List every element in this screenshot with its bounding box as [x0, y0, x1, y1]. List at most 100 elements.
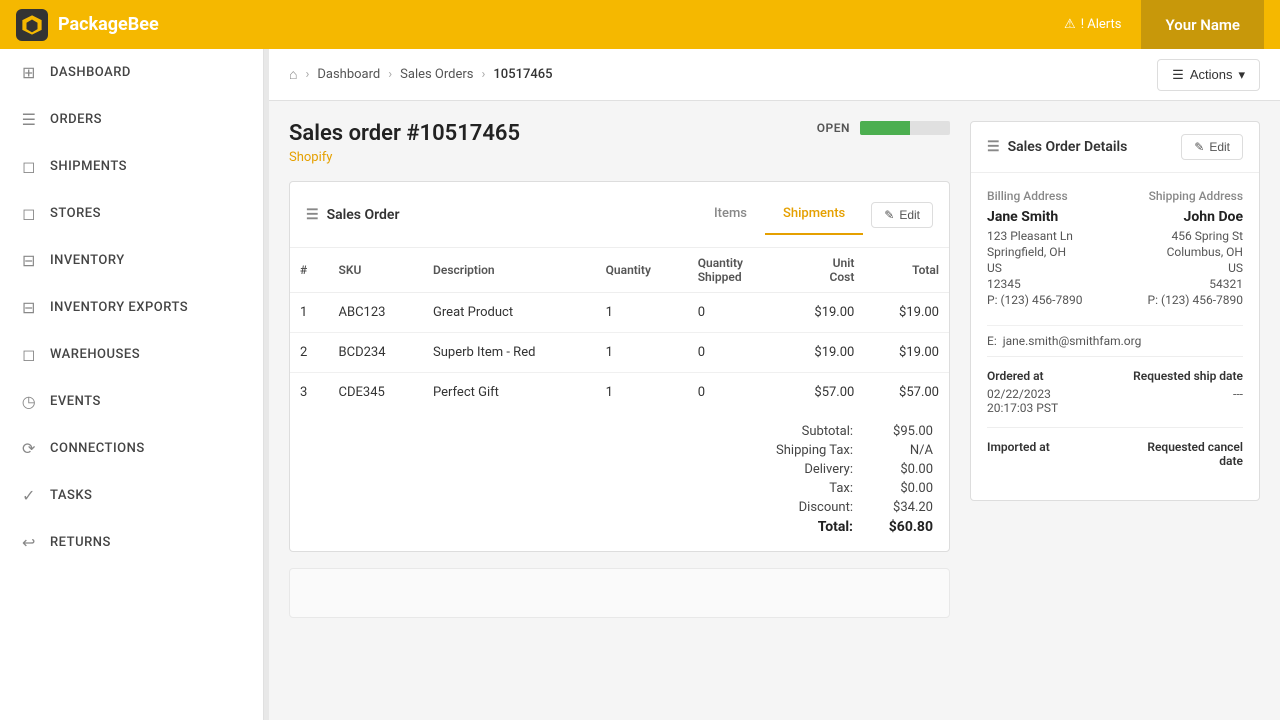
billing-name: Jane Smith	[987, 209, 1105, 225]
app-header: PackageBee ⚠ ! Alerts Your Name	[0, 0, 1280, 49]
returns-icon: ↩	[20, 533, 38, 552]
shipments-icon: ◻	[20, 157, 38, 176]
cell-unit-cost: $19.00	[780, 293, 865, 333]
username-display[interactable]: Your Name	[1141, 0, 1264, 49]
actions-list-icon: ☰	[1172, 67, 1184, 83]
sidebar-item-inventory[interactable]: ⊟ INVENTORY	[0, 237, 263, 284]
col-description: Description	[423, 248, 596, 293]
sidebar-item-events[interactable]: ◷ EVENTS	[0, 378, 263, 425]
details-grid: Billing Address Jane Smith 123 Pleasant …	[971, 173, 1259, 500]
breadcrumb-sep-3: ›	[482, 67, 486, 82]
shipping-address1: 456 Spring St	[1125, 229, 1243, 243]
total-label: Total:	[733, 519, 853, 535]
cell-qty-shipped: 0	[688, 293, 780, 333]
billing-label: Billing Address	[987, 189, 1105, 203]
shipping-tax-value: N/A	[873, 443, 933, 458]
requested-ship-label: Requested ship date	[1125, 369, 1243, 383]
sidebar-item-warehouses[interactable]: ◻ WAREHOUSES	[0, 331, 263, 378]
sales-order-panel-title: ☰ Sales Order	[306, 207, 400, 223]
warehouses-icon: ◻	[20, 345, 38, 364]
billing-address1: 123 Pleasant Ln	[987, 229, 1105, 243]
summary-total: Total: $60.80	[306, 519, 933, 535]
cell-total: $19.00	[864, 293, 949, 333]
col-qty-shipped: QuantityShipped	[688, 248, 780, 293]
orders-icon: ☰	[20, 110, 38, 129]
ordered-at-value: 02/22/2023	[987, 387, 1105, 401]
col-quantity: Quantity	[596, 248, 688, 293]
billing-country: US	[987, 261, 1105, 275]
status-bar	[860, 121, 950, 135]
details-edit-icon: ✎	[1194, 140, 1204, 154]
sidebar-item-shipments[interactable]: ◻ SHIPMENTS	[0, 143, 263, 190]
col-right: ☰ Sales Order Details ✎ Edit Billing Add…	[970, 121, 1260, 634]
second-panel	[289, 568, 950, 618]
cell-description: Great Product	[423, 293, 596, 333]
billing-address2: Springfield, OH	[987, 245, 1105, 259]
alerts-button[interactable]: ⚠ ! Alerts	[1044, 17, 1141, 32]
tab-shipments[interactable]: Shipments	[765, 194, 863, 235]
header-right: ⚠ ! Alerts Your Name	[1044, 0, 1264, 49]
sidebar-item-tasks[interactable]: ✓ TASKS	[0, 472, 263, 519]
col-unit-cost: UnitCost	[780, 248, 865, 293]
breadcrumb-sep-2: ›	[388, 67, 392, 82]
billing-col: Billing Address Jane Smith 123 Pleasant …	[987, 189, 1105, 309]
status-bar-fill	[860, 121, 910, 135]
tab-items[interactable]: Items	[696, 194, 765, 235]
email-icon: E:	[987, 334, 997, 348]
panel-title-icon: ☰	[306, 207, 319, 223]
breadcrumb-sales-orders[interactable]: Sales Orders	[400, 67, 473, 82]
cell-sku: BCD234	[329, 333, 424, 373]
brand-name: PackageBee	[58, 14, 159, 35]
breadcrumb-dashboard[interactable]: Dashboard	[317, 67, 380, 82]
col-num: #	[290, 248, 329, 293]
col-sku: SKU	[329, 248, 424, 293]
cell-total: $19.00	[864, 333, 949, 373]
summary-tax: Tax: $0.00	[306, 481, 933, 496]
inventory-icon: ⊟	[20, 251, 38, 270]
requested-cancel-label: Requested cancel date	[1125, 440, 1243, 468]
main-content: ⌂ › Dashboard › Sales Orders › 10517465 …	[269, 49, 1280, 720]
cell-qty-shipped: 0	[688, 373, 780, 413]
details-edit-button[interactable]: ✎ Edit	[1181, 134, 1243, 160]
shipping-name: John Doe	[1125, 209, 1243, 225]
total-value: $60.80	[873, 519, 933, 535]
shipping-zip: 54321	[1125, 277, 1243, 291]
actions-button[interactable]: ☰ Actions ▾	[1157, 59, 1260, 91]
alert-icon: ⚠	[1064, 17, 1076, 32]
sidebar-item-dashboard[interactable]: ⊞ DASHBOARD	[0, 49, 263, 96]
imported-at-col: Imported at	[987, 440, 1105, 472]
delivery-label: Delivery:	[733, 462, 853, 477]
cell-sku: CDE345	[329, 373, 424, 413]
order-source: Shopify	[289, 150, 520, 165]
sales-order-panel: ☰ Sales Order Items Shipments	[289, 181, 950, 552]
shipping-address2: Columbus, OH	[1125, 245, 1243, 259]
body-wrap: ⊞ DASHBOARD ☰ ORDERS ◻ SHIPMENTS ◻ STORE…	[0, 49, 1280, 720]
shipping-country: US	[1125, 261, 1243, 275]
panel-tabs: Items Shipments	[696, 194, 863, 235]
billing-phone: P: (123) 456-7890	[987, 293, 1105, 307]
cell-quantity: 1	[596, 373, 688, 413]
sidebar-item-stores[interactable]: ◻ STORES	[0, 190, 263, 237]
requested-ship-col: Requested ship date ---	[1125, 369, 1243, 415]
sidebar-item-returns[interactable]: ↩ RETURNS	[0, 519, 263, 566]
sidebar-item-inventory-exports[interactable]: ⊟ INVENTORY EXPORTS	[0, 284, 263, 331]
details-panel-title: ☰ Sales Order Details	[987, 139, 1127, 155]
summary-delivery: Delivery: $0.00	[306, 462, 933, 477]
brand: PackageBee	[16, 9, 159, 41]
order-table: # SKU Description Quantity QuantityShipp…	[290, 248, 949, 412]
cell-quantity: 1	[596, 333, 688, 373]
requested-cancel-col: Requested cancel date	[1125, 440, 1243, 472]
cell-num: 2	[290, 333, 329, 373]
home-icon: ⌂	[289, 66, 297, 83]
meta-row-import: Imported at Requested cancel date	[987, 427, 1243, 484]
dashboard-icon: ⊞	[20, 63, 38, 82]
sales-order-edit-button[interactable]: ✎ Edit	[871, 202, 933, 228]
sidebar-item-orders[interactable]: ☰ ORDERS	[0, 96, 263, 143]
stores-icon: ◻	[20, 204, 38, 223]
discount-label: Discount:	[733, 500, 853, 515]
content-area: Sales order #10517465 Shopify OPEN	[269, 101, 1280, 654]
sidebar-item-connections[interactable]: ⟳ CONNECTIONS	[0, 425, 263, 472]
col-left: Sales order #10517465 Shopify OPEN	[289, 121, 950, 634]
email-row: E: jane.smith@smithfam.org	[987, 325, 1243, 356]
subtotal-value: $95.00	[873, 424, 933, 439]
